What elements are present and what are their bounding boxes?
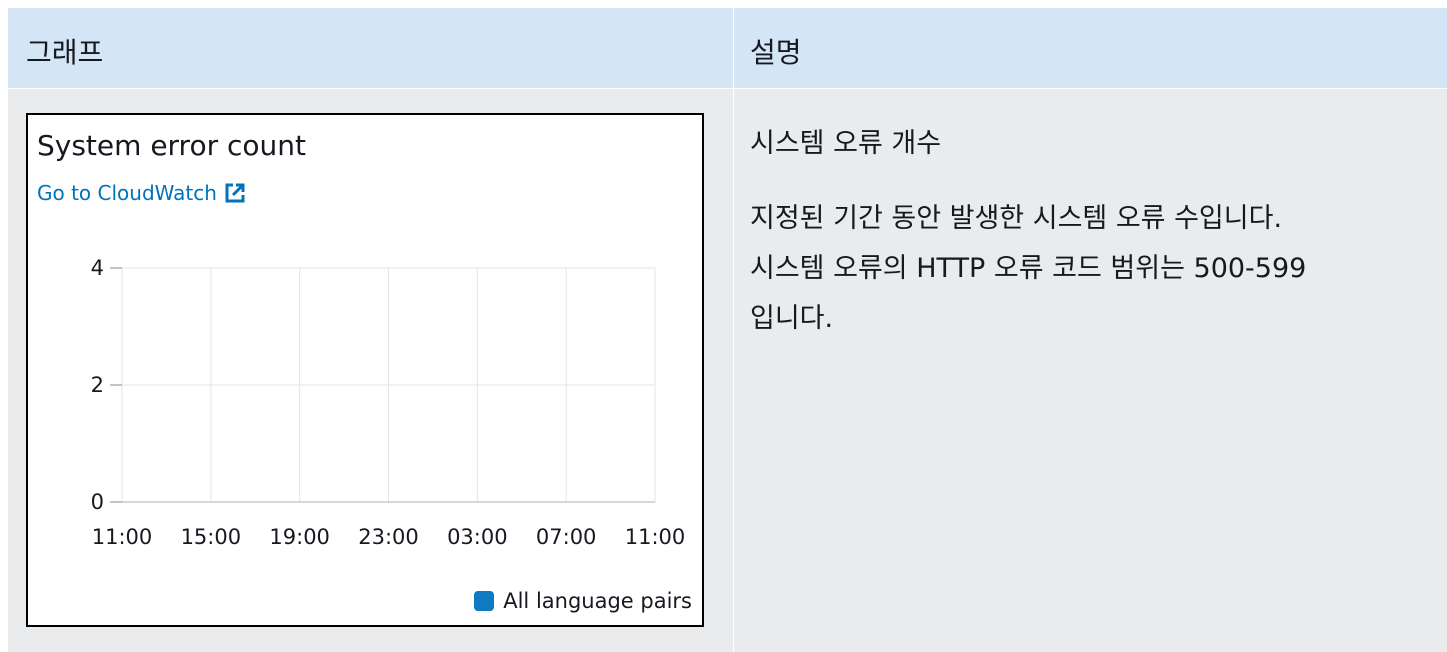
legend-label: All language pairs [503,589,692,613]
legend-swatch [474,591,495,611]
header-description: 설명 [750,36,802,69]
row-divider [8,88,1447,89]
metric-description: 지정된 기간 동안 발생한 시스템 오류 수입니다. 시스템 오류의 HTTP … [750,194,1440,344]
column-divider [733,8,734,652]
description-line-3: 입니다. [750,303,834,334]
x-tick-label: 19:00 [269,525,330,549]
header-graph: 그래프 [26,36,104,69]
x-tick-label: 15:00 [181,525,242,549]
description-line-2: 시스템 오류의 HTTP 오류 코드 범위는 500-599 [750,253,1307,284]
x-tick-label: 23:00 [358,525,419,549]
y-tick-label: 0 [91,490,104,514]
x-tick-label: 11:00 [92,525,153,549]
x-tick-label: 03:00 [447,525,508,549]
chart-widget: System error count Go to CloudWatch 0241… [26,113,704,627]
chart-plot: 0 2 4 11:00 15:00 19:00 23:00 03:00 07:00 11:00 [91,256,686,549]
description-table: 그래프 설명 System error count Go to CloudWat… [8,8,1447,652]
metric-name: 시스템 오류 개수 [750,128,942,159]
y-tick-label: 4 [91,256,104,280]
description-line-1: 지정된 기간 동안 발생한 시스템 오류 수입니다. [750,203,1283,234]
chart-legend: All language pairs [474,589,692,613]
x-tick-label: 11:00 [625,525,686,549]
table-header-row: 그래프 설명 [8,8,1447,88]
y-tick-label: 2 [91,373,104,397]
x-tick-label: 07:00 [536,525,597,549]
